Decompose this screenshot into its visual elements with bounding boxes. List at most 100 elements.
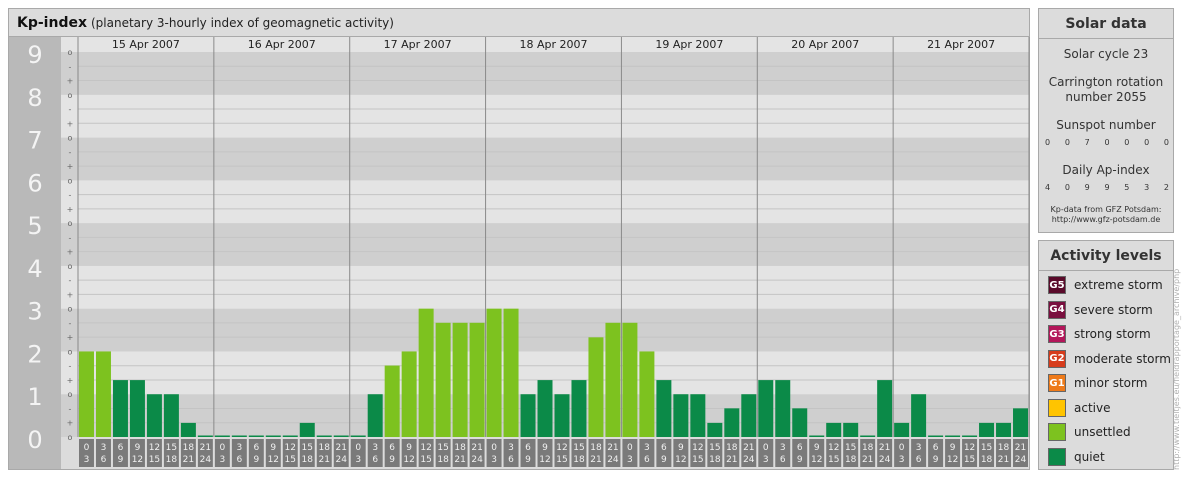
time-slot-start: 18 (862, 443, 874, 453)
activity-level-label: extreme storm (1074, 278, 1163, 292)
time-slot-start: 15 (981, 443, 992, 453)
time-slot-start: 15 (573, 443, 584, 453)
activity-level-label: quiet (1074, 449, 1105, 464)
time-slot-end: 18 (302, 455, 314, 465)
activity-levels-title: Activity levels (1039, 241, 1173, 271)
solar-data-panel: Solar data Solar cycle 23 Carrington rot… (1038, 8, 1174, 233)
minor-tick-label: - (69, 319, 72, 328)
data-credit: Kp-data from GFZ Potsdam: (1050, 205, 1162, 214)
kp-bar (860, 435, 876, 437)
time-slot-end: 21 (319, 455, 330, 465)
activity-level-item: unsettled (1048, 422, 1131, 442)
time-slot-start: 0 (491, 443, 497, 453)
kp-bar (639, 351, 655, 437)
kp-bar (180, 422, 196, 437)
sunspot-values: 0 0 7 0 0 0 0 (1045, 138, 1169, 147)
kp-bar (265, 435, 281, 437)
minor-tick-label: + (67, 248, 74, 257)
kp-bar (452, 322, 468, 437)
time-slot-start: 21 (1015, 443, 1026, 453)
kp-bar (605, 322, 621, 437)
kp-subtitle: (planetary 3-hourly index of geomagnetic… (91, 16, 394, 30)
source-watermark: http://www.tieltjes.eu/fieldrapportage_a… (1172, 268, 1181, 470)
minor-tick-label: + (67, 333, 74, 342)
data-credit-link[interactable]: http://www.gfz-potsdam.de (1039, 215, 1173, 225)
time-slot-end: 24 (335, 455, 347, 465)
kp-bar (707, 422, 723, 437)
kp-bar (333, 435, 349, 437)
kp-bar (367, 394, 383, 437)
kp-bar (724, 408, 740, 437)
kp-bar (690, 394, 706, 437)
time-slot-start: 18 (998, 443, 1010, 453)
time-slot-start: 3 (508, 443, 514, 453)
kp-bar (95, 351, 111, 437)
minor-tick-label: - (69, 105, 72, 114)
time-slot-end: 3 (491, 455, 497, 465)
minor-tick-label: - (69, 62, 72, 71)
activity-level-label: minor storm (1074, 376, 1148, 390)
time-slot-start: 6 (525, 443, 531, 453)
kp-bar (554, 394, 570, 437)
y-tick-label: 5 (27, 212, 42, 240)
kp-bar (792, 408, 808, 437)
sunspot-value: 0 (1124, 138, 1130, 147)
time-slot-end: 6 (101, 455, 107, 465)
activity-level-label: severe storm (1074, 302, 1153, 317)
minor-tick-label: + (67, 119, 74, 128)
time-slot-start: 18 (319, 443, 331, 453)
time-slot-start: 9 (950, 443, 956, 453)
time-slot-end: 6 (372, 455, 378, 465)
time-slot-start: 12 (828, 443, 839, 453)
time-slot-start: 6 (253, 443, 259, 453)
kp-bar (537, 380, 553, 437)
activity-level-item: G4 severe storm (1048, 300, 1153, 320)
minor-tick-label: o (68, 390, 73, 399)
time-slot-end: 12 (675, 455, 686, 465)
ap-index-value: 5 (1124, 183, 1130, 192)
time-slot-start: 18 (726, 443, 738, 453)
time-slot-start: 12 (964, 443, 975, 453)
kp-bar (911, 394, 927, 437)
kp-bar (129, 380, 145, 437)
time-slot-end: 18 (166, 455, 178, 465)
time-slot-end: 15 (964, 455, 975, 465)
day-label: 15 Apr 2007 (112, 38, 180, 51)
time-slot-end: 15 (149, 455, 160, 465)
time-slot-end: 24 (879, 455, 891, 465)
sunspot-value: 0 (1045, 138, 1051, 147)
time-slot-start: 0 (219, 443, 225, 453)
activity-level-item: G5 extreme storm (1048, 275, 1163, 295)
time-slot-end: 3 (219, 455, 225, 465)
kp-bar (826, 422, 842, 437)
time-slot-end: 6 (236, 455, 242, 465)
time-slot-start: 9 (406, 443, 412, 453)
time-slot-end: 18 (573, 455, 585, 465)
kp-bar (418, 308, 434, 437)
kp-bar (316, 435, 332, 437)
time-slot-start: 12 (420, 443, 431, 453)
minor-tick-label: o (68, 433, 73, 442)
kp-bar (588, 337, 604, 437)
ap-index-value: 3 (1144, 183, 1150, 192)
time-slot-start: 3 (372, 443, 378, 453)
time-slot-start: 9 (678, 443, 684, 453)
kp-bar (163, 394, 179, 437)
time-slot-start: 6 (661, 443, 667, 453)
time-slot-end: 24 (471, 455, 483, 465)
kp-header: Kp-index (planetary 3-hourly index of ge… (9, 9, 1029, 37)
solar-cycle: Solar cycle 23 (1063, 47, 1149, 61)
time-slot-start: 21 (200, 443, 211, 453)
time-slot-end: 24 (200, 455, 212, 465)
ap-index-value: 9 (1084, 183, 1090, 192)
y-tick-label: 8 (27, 84, 42, 112)
y-tick-label: 7 (27, 127, 42, 155)
ap-index-values: 4 0 9 9 5 3 2 (1045, 183, 1169, 192)
kp-bar (350, 435, 366, 437)
y-tick-label: 4 (27, 255, 42, 283)
time-slot-start: 0 (355, 443, 361, 453)
kp-bar (894, 422, 910, 437)
kp-bar (945, 435, 961, 437)
time-slot-start: 12 (692, 443, 703, 453)
kp-band (61, 137, 1029, 181)
